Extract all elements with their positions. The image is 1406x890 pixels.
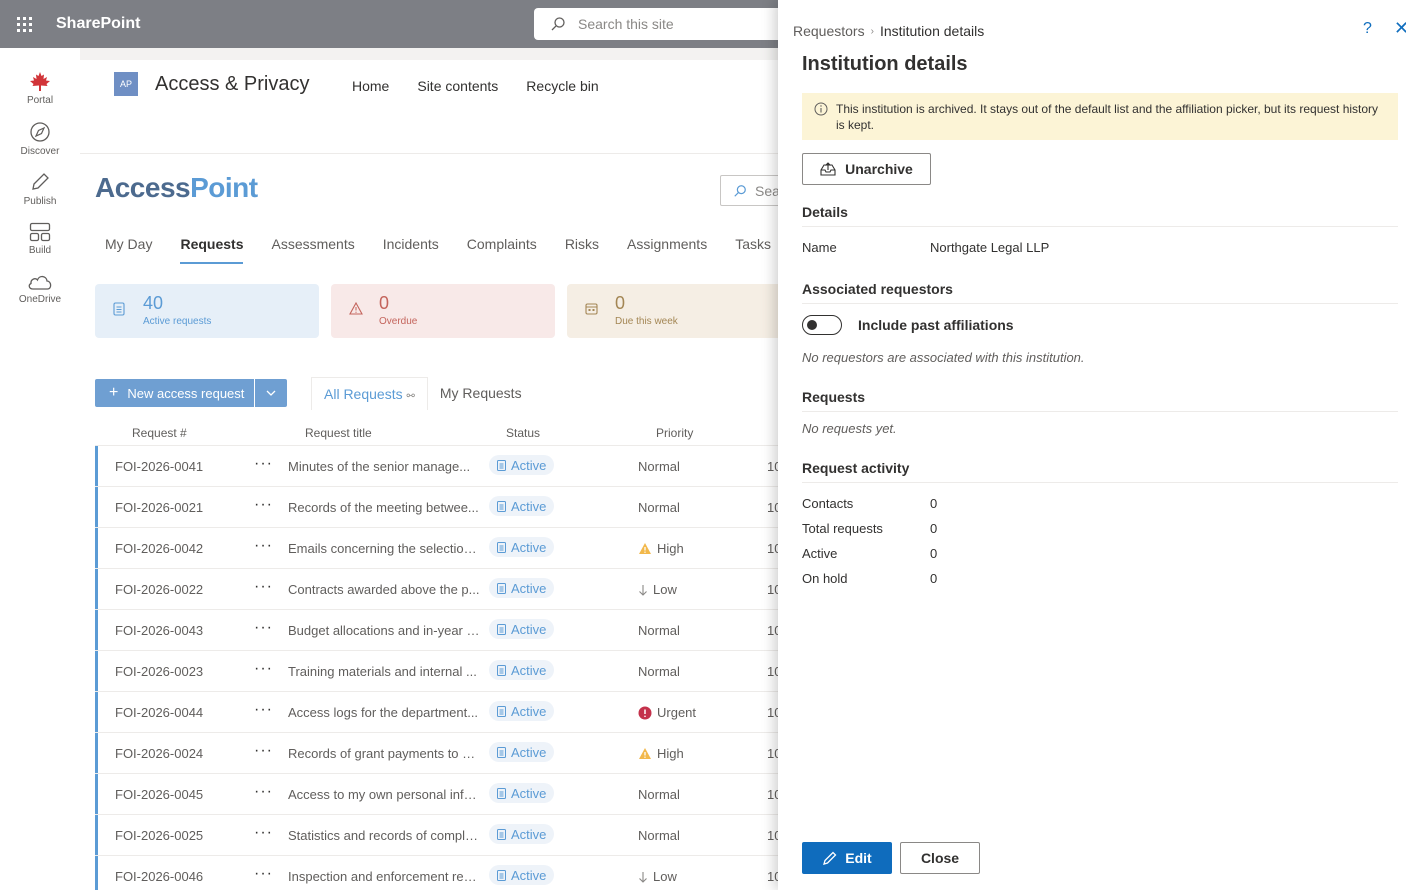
no-requestors-message: No requestors are associated with this i… bbox=[802, 350, 1085, 365]
activity-value: 0 bbox=[930, 546, 938, 561]
close-icon[interactable]: ✕ bbox=[1394, 18, 1406, 39]
unarchive-icon bbox=[820, 162, 836, 176]
activity-label: Total requests bbox=[802, 521, 883, 536]
panel-backdrop[interactable] bbox=[0, 0, 778, 890]
close-button[interactable]: Close bbox=[900, 842, 980, 874]
toggle-knob bbox=[807, 320, 817, 330]
activity-label: Active bbox=[802, 546, 838, 561]
activity-value: 0 bbox=[930, 521, 938, 536]
chevron-right-icon: › bbox=[870, 25, 874, 37]
no-requests-message: No requests yet. bbox=[802, 421, 897, 436]
request-activity-heading: Request activity bbox=[802, 460, 1398, 483]
activity-value: 0 bbox=[930, 496, 938, 511]
breadcrumb-requestors[interactable]: Requestors bbox=[793, 23, 865, 39]
pencil-icon bbox=[823, 851, 837, 865]
edit-button[interactable]: Edit bbox=[802, 842, 892, 874]
archived-banner: This institution is archived. It stays o… bbox=[802, 93, 1398, 140]
activity-label: On hold bbox=[802, 571, 848, 586]
archived-banner-text: This institution is archived. It stays o… bbox=[836, 102, 1379, 132]
past-affiliations-label: Include past affiliations bbox=[858, 317, 1014, 333]
institution-details-panel: Requestors › Institution details ? ✕ Ins… bbox=[778, 0, 1406, 890]
edit-label: Edit bbox=[845, 850, 872, 866]
name-label: Name bbox=[802, 240, 837, 255]
breadcrumb-current: Institution details bbox=[879, 23, 985, 39]
requests-heading: Requests bbox=[802, 389, 1398, 412]
name-value: Northgate Legal LLP bbox=[930, 240, 1050, 255]
unarchive-label: Unarchive bbox=[845, 161, 913, 177]
associated-requestors-heading: Associated requestors bbox=[802, 281, 1398, 304]
info-icon bbox=[814, 102, 828, 116]
panel-title: Institution details bbox=[802, 53, 968, 75]
help-icon[interactable]: ? bbox=[1363, 20, 1372, 38]
past-affiliations-toggle[interactable] bbox=[802, 315, 842, 335]
unarchive-button[interactable]: Unarchive bbox=[802, 153, 931, 185]
activity-label: Contacts bbox=[802, 496, 854, 511]
activity-value: 0 bbox=[930, 571, 938, 586]
breadcrumb: Requestors › Institution details bbox=[793, 23, 984, 39]
details-heading: Details bbox=[802, 204, 1398, 227]
